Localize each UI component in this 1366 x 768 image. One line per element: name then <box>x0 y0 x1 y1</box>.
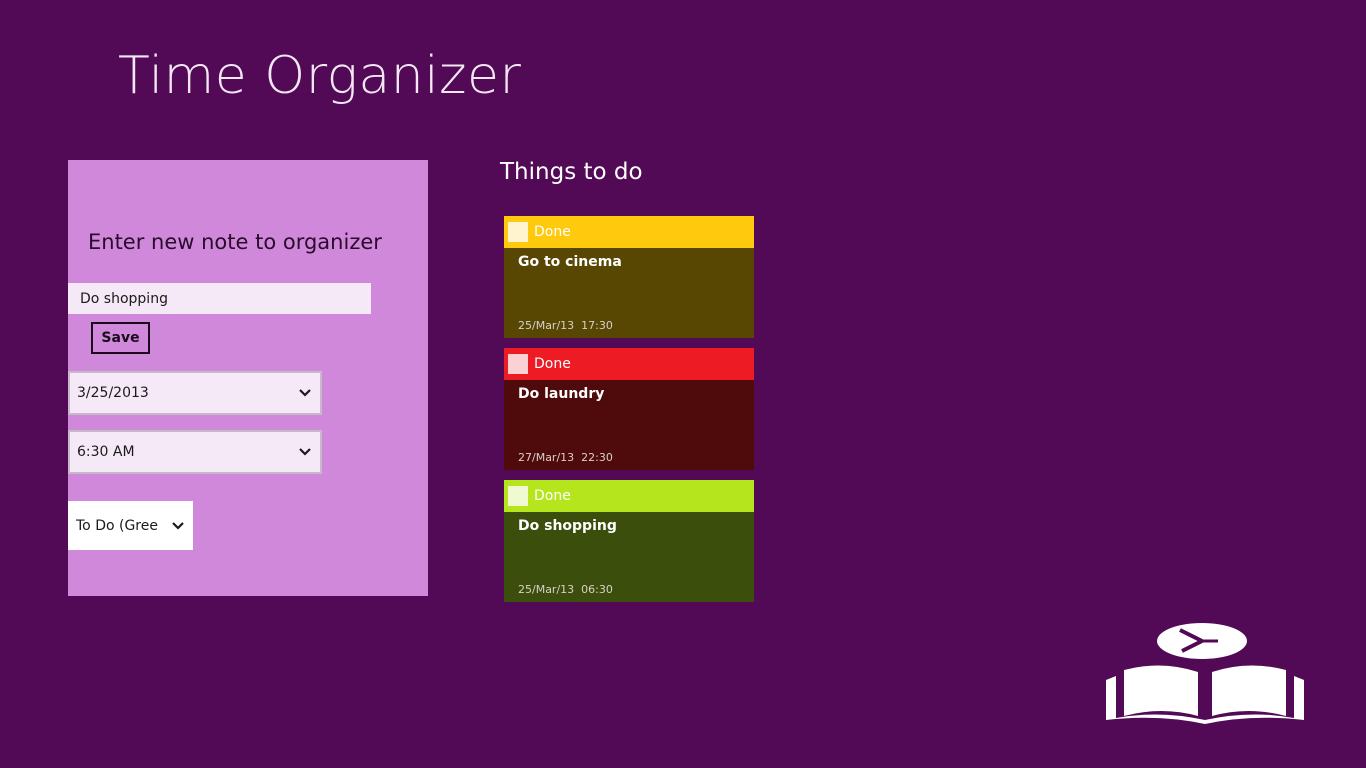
note-card: Done Do shopping 25/Mar/13 06:30 <box>504 480 754 602</box>
done-label: Done <box>534 488 571 504</box>
done-checkbox[interactable] <box>508 354 528 374</box>
things-to-do-heading: Things to do <box>500 159 643 185</box>
new-note-heading: Enter new note to organizer <box>88 230 382 254</box>
note-time: 22:30 <box>581 451 613 464</box>
chevron-down-icon <box>172 521 184 530</box>
note-time: 06:30 <box>581 583 613 596</box>
app-title: Time Organizer <box>118 46 522 106</box>
note-title: Do laundry <box>518 386 605 402</box>
note-card-header: Done <box>504 348 754 380</box>
date-value: 3/25/2013 <box>77 385 149 401</box>
note-date: 27/Mar/13 <box>518 451 575 464</box>
date-picker[interactable]: 3/25/2013 <box>68 371 322 415</box>
note-text-input[interactable] <box>68 283 371 314</box>
note-card: Done Go to cinema 25/Mar/13 17:30 <box>504 216 754 338</box>
time-value: 6:30 AM <box>77 444 135 460</box>
note-date: 25/Mar/13 <box>518 583 575 596</box>
note-timestamp: 25/Mar/13 17:30 <box>518 319 613 332</box>
done-label: Done <box>534 356 571 372</box>
note-card: Done Do laundry 27/Mar/13 22:30 <box>504 348 754 470</box>
category-select[interactable]: To Do (Gree <box>68 501 193 550</box>
note-title: Go to cinema <box>518 254 622 270</box>
new-note-panel: Enter new note to organizer Save 3/25/20… <box>68 160 428 596</box>
note-date: 25/Mar/13 <box>518 319 575 332</box>
note-card-body: Go to cinema 25/Mar/13 17:30 <box>504 248 754 338</box>
done-checkbox[interactable] <box>508 486 528 506</box>
note-card-body: Do laundry 27/Mar/13 22:30 <box>504 380 754 470</box>
note-timestamp: 25/Mar/13 06:30 <box>518 583 613 596</box>
note-time: 17:30 <box>581 319 613 332</box>
chevron-down-icon <box>299 389 311 397</box>
save-button[interactable]: Save <box>91 322 150 354</box>
note-title: Do shopping <box>518 518 617 534</box>
note-card-header: Done <box>504 216 754 248</box>
time-picker[interactable]: 6:30 AM <box>68 430 322 474</box>
note-card-header: Done <box>504 480 754 512</box>
note-card-body: Do shopping 25/Mar/13 06:30 <box>504 512 754 602</box>
note-timestamp: 27/Mar/13 22:30 <box>518 451 613 464</box>
done-label: Done <box>534 224 571 240</box>
book-clock-logo-icon <box>1106 623 1304 724</box>
done-checkbox[interactable] <box>508 222 528 242</box>
chevron-down-icon <box>299 448 311 456</box>
category-value: To Do (Gree <box>76 517 158 534</box>
